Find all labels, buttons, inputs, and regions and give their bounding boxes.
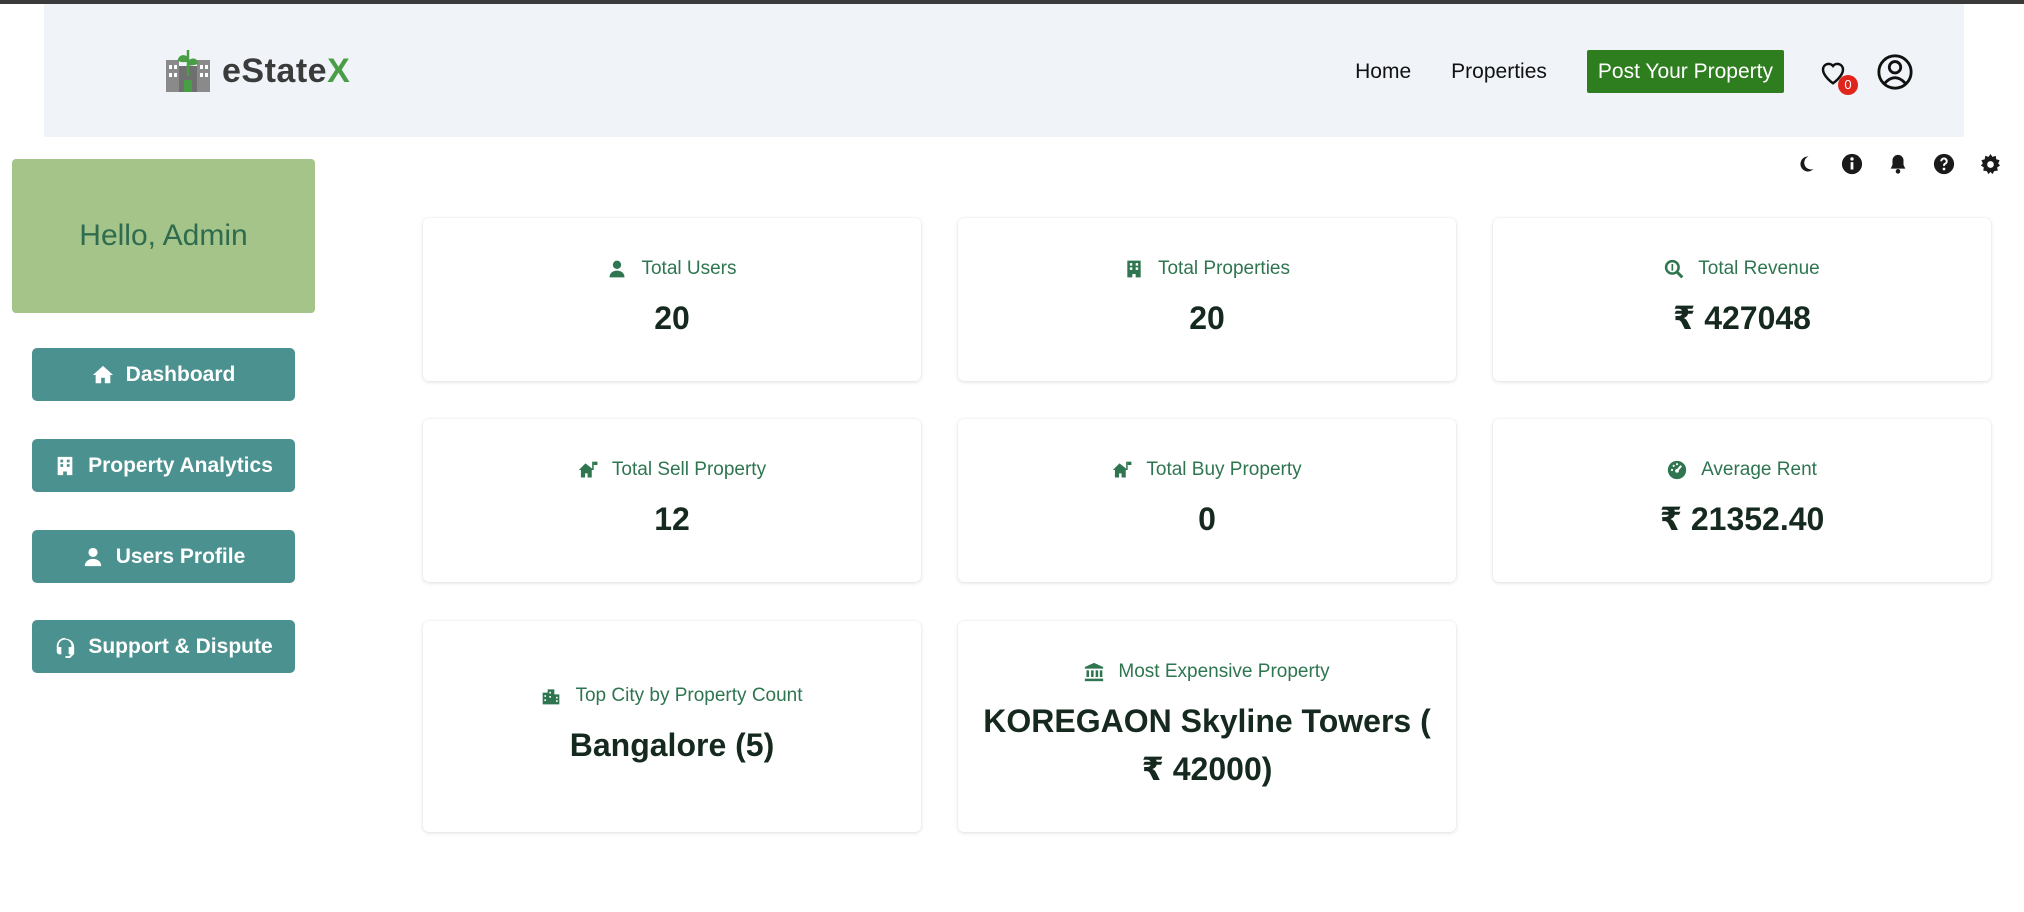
sidebar-item-dashboard[interactable]: Dashboard — [32, 348, 295, 401]
stat-card-total-properties: Total Properties 20 — [958, 218, 1456, 381]
stat-card-top-city: Top City by Property Count Bangalore (5) — [423, 621, 921, 832]
stat-value: ₹ 21352.40 — [1659, 500, 1825, 537]
stat-card-total-buy: Total Buy Property 0 — [958, 419, 1456, 582]
stat-card-most-expensive: Most Expensive Property KOREGAON Skyline… — [958, 621, 1456, 832]
gauge-icon — [1667, 460, 1687, 479]
wishlist-button[interactable]: 0 — [1818, 57, 1858, 95]
user-icon — [609, 260, 625, 277]
house-flag-icon — [1113, 461, 1132, 477]
building-icon — [1127, 260, 1141, 277]
top-navbar: eStateX Home Properties Post Your Proper… — [44, 4, 1964, 137]
brand-name: eStateX — [222, 51, 351, 90]
stat-value: ₹ 427048 — [1673, 299, 1811, 336]
stat-card-total-users: Total Users 20 — [423, 218, 921, 381]
stat-label: Average Rent — [1701, 458, 1817, 480]
utility-toolbar — [1794, 150, 2002, 178]
sidebar-item-label: Support & Dispute — [88, 634, 273, 658]
house-flag-icon — [578, 461, 598, 477]
stat-card-total-sell: Total Sell Property 12 — [423, 419, 921, 582]
greeting-panel: Hello, Admin — [12, 159, 315, 313]
sidebar-item-users-profile[interactable]: Users Profile — [32, 530, 295, 583]
stat-value: 0 — [1198, 500, 1216, 537]
city-icon — [543, 688, 560, 704]
stat-label: Top City by Property Count — [575, 684, 803, 706]
user-icon — [84, 547, 101, 566]
stat-label: Total Properties — [1157, 257, 1290, 279]
info-icon[interactable] — [1840, 150, 1864, 178]
sidebar-item-support-dispute[interactable]: Support & Dispute — [32, 620, 295, 673]
sidebar-item-label: Property Analytics — [88, 453, 273, 477]
building-logo-icon — [166, 50, 210, 92]
stat-value: Bangalore (5) — [569, 726, 775, 763]
stat-label: Total Users — [641, 257, 737, 279]
stat-value: KOREGAON Skyline Towers ( ₹ 42000) — [983, 702, 1431, 787]
stat-value: 20 — [654, 299, 690, 336]
main-nav: Home Properties Post Your Property 0 — [1355, 50, 1964, 95]
bank-icon — [1085, 662, 1104, 681]
headset-icon — [57, 637, 75, 658]
stat-card-average-rent: Average Rent ₹ 21352.40 — [1493, 419, 1991, 582]
moon-icon[interactable] — [1794, 150, 1818, 178]
stat-label: Total Sell Property — [611, 458, 767, 480]
brand-logo[interactable]: eStateX — [164, 48, 350, 94]
search-dollar-icon — [1665, 259, 1684, 278]
stat-label: Most Expensive Property — [1118, 660, 1330, 682]
help-icon[interactable] — [1932, 150, 1956, 178]
nav-properties-link[interactable]: Properties — [1451, 60, 1547, 84]
user-account-icon[interactable] — [1876, 53, 1914, 91]
stat-value: 20 — [1189, 299, 1225, 336]
gear-icon[interactable] — [1978, 150, 2002, 178]
home-icon — [92, 365, 113, 383]
sidebar-item-label: Users Profile — [115, 544, 246, 568]
wishlist-count-badge: 0 — [1838, 74, 1858, 95]
post-property-button[interactable]: Post Your Property — [1586, 50, 1784, 93]
stat-label: Total Revenue — [1698, 257, 1820, 279]
nav-home-link[interactable]: Home — [1355, 60, 1411, 84]
stat-label: Total Buy Property — [1146, 458, 1302, 480]
building-icon — [57, 456, 73, 475]
sidebar-item-property-analytics[interactable]: Property Analytics — [32, 439, 295, 492]
sidebar-item-label: Dashboard — [125, 362, 236, 386]
bell-icon[interactable] — [1886, 150, 1910, 178]
stat-card-total-revenue: Total Revenue ₹ 427048 — [1493, 218, 1991, 381]
stat-value: 12 — [654, 500, 690, 537]
